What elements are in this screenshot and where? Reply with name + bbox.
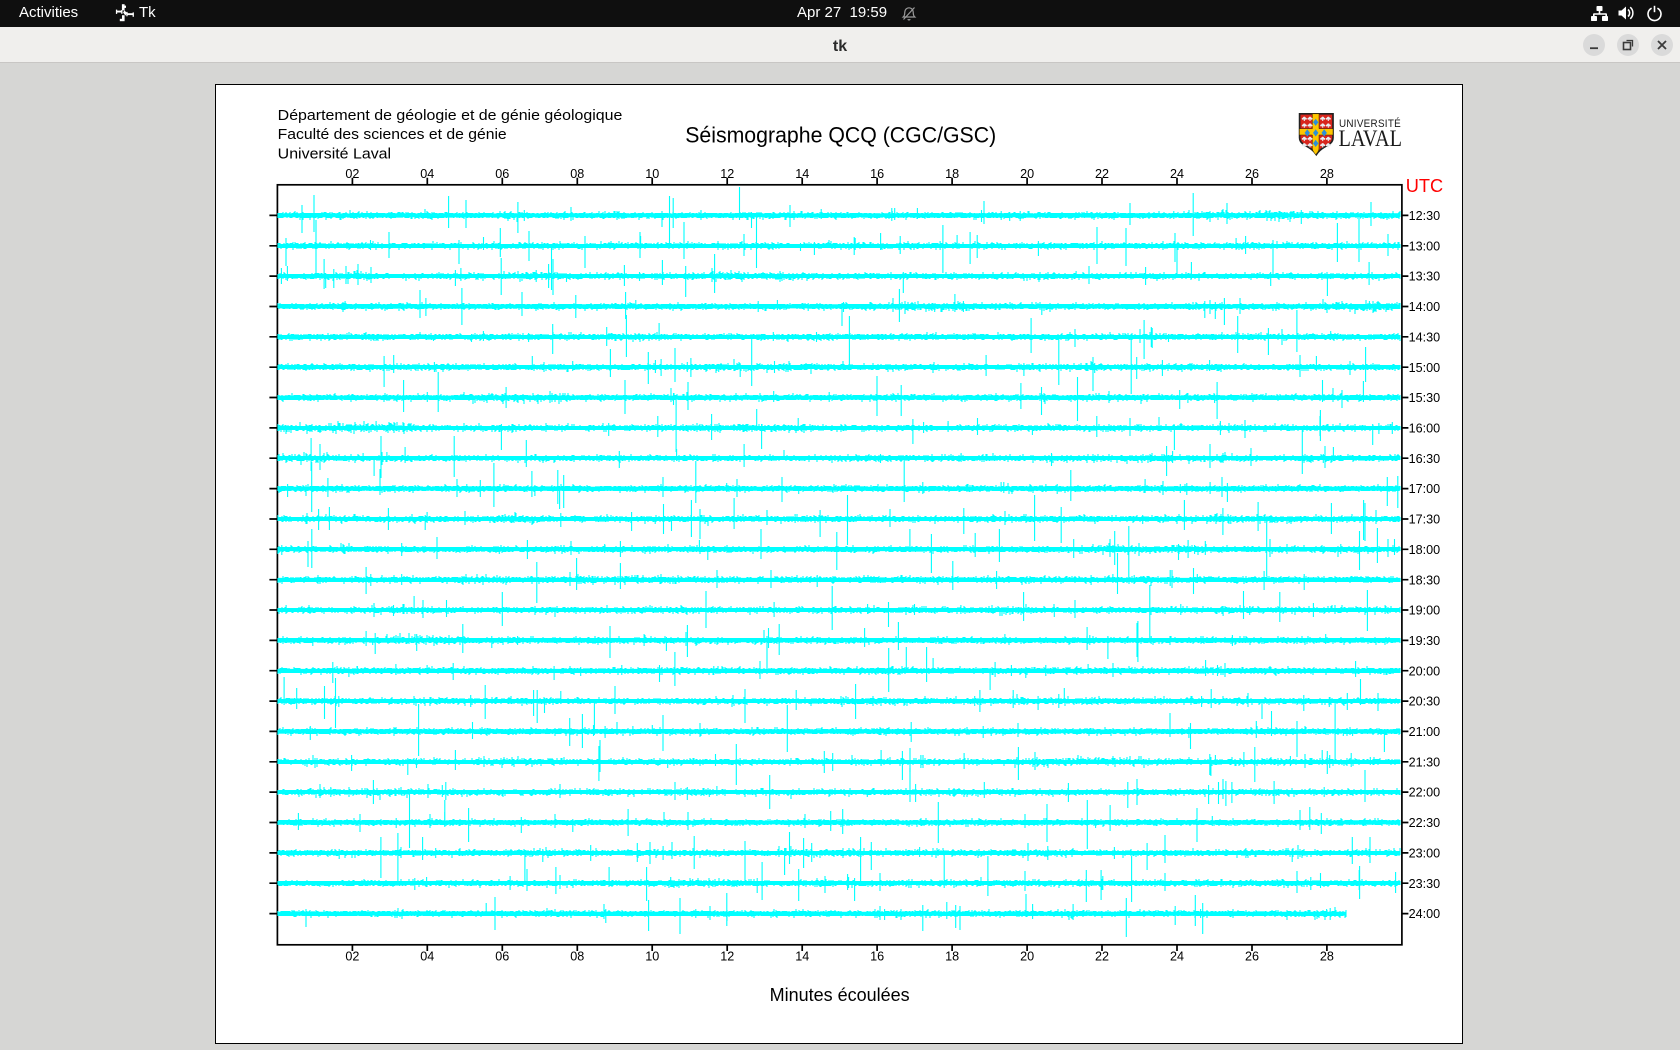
svg-text:16: 16 <box>870 950 884 964</box>
svg-text:18: 18 <box>945 950 959 964</box>
svg-text:16:00: 16:00 <box>1409 422 1441 436</box>
svg-text:19:30: 19:30 <box>1409 634 1441 648</box>
svg-text:14: 14 <box>795 167 809 181</box>
svg-text:12: 12 <box>720 950 734 964</box>
svg-text:Département de géologie et de: Département de géologie et de génie géol… <box>278 107 623 124</box>
svg-text:24: 24 <box>1170 950 1184 964</box>
svg-text:24: 24 <box>1170 167 1184 181</box>
svg-text:20:00: 20:00 <box>1409 664 1441 678</box>
svg-text:23:30: 23:30 <box>1409 877 1441 891</box>
svg-text:14: 14 <box>795 950 809 964</box>
svg-text:15:00: 15:00 <box>1409 361 1441 375</box>
svg-text:18:00: 18:00 <box>1409 543 1441 557</box>
svg-text:Séismographe QCQ (CGC/GSC): Séismographe QCQ (CGC/GSC) <box>685 123 996 148</box>
svg-text:22:30: 22:30 <box>1409 816 1441 830</box>
svg-text:LAVAL: LAVAL <box>1339 126 1403 152</box>
svg-text:08: 08 <box>570 950 584 964</box>
svg-text:04: 04 <box>420 950 434 964</box>
svg-text:08: 08 <box>570 167 584 181</box>
svg-text:10: 10 <box>645 950 659 964</box>
svg-text:22:00: 22:00 <box>1409 786 1441 800</box>
svg-text:Minutes écoulées: Minutes écoulées <box>770 984 910 1005</box>
svg-text:10: 10 <box>645 167 659 181</box>
svg-text:21:00: 21:00 <box>1409 725 1441 739</box>
svg-text:Université Laval: Université Laval <box>278 146 391 163</box>
svg-text:Faculté des sciences et de gén: Faculté des sciences et de génie <box>278 126 507 143</box>
svg-text:18:30: 18:30 <box>1409 573 1441 587</box>
svg-text:02: 02 <box>345 950 359 964</box>
svg-text:04: 04 <box>420 167 434 181</box>
svg-text:20: 20 <box>1020 950 1034 964</box>
svg-text:18: 18 <box>945 167 959 181</box>
svg-text:UTC: UTC <box>1406 176 1443 196</box>
svg-text:15:30: 15:30 <box>1409 391 1441 405</box>
svg-text:12:30: 12:30 <box>1409 209 1441 223</box>
svg-text:22: 22 <box>1095 167 1109 181</box>
svg-text:28: 28 <box>1320 950 1334 964</box>
svg-text:12: 12 <box>720 167 734 181</box>
svg-text:19:00: 19:00 <box>1409 604 1441 618</box>
svg-text:13:00: 13:00 <box>1409 239 1441 253</box>
svg-text:06: 06 <box>495 167 509 181</box>
svg-text:17:30: 17:30 <box>1409 513 1441 527</box>
svg-text:20: 20 <box>1020 167 1034 181</box>
svg-text:16:30: 16:30 <box>1409 452 1441 466</box>
svg-text:22: 22 <box>1095 950 1109 964</box>
svg-text:24:00: 24:00 <box>1409 907 1441 921</box>
svg-text:17:00: 17:00 <box>1409 482 1441 496</box>
svg-text:20:30: 20:30 <box>1409 695 1441 709</box>
svg-text:06: 06 <box>495 950 509 964</box>
svg-text:21:30: 21:30 <box>1409 755 1441 769</box>
svg-text:16: 16 <box>870 167 884 181</box>
svg-text:14:00: 14:00 <box>1409 300 1441 314</box>
svg-text:13:30: 13:30 <box>1409 270 1441 284</box>
svg-text:26: 26 <box>1245 167 1259 181</box>
svg-text:23:00: 23:00 <box>1409 847 1441 861</box>
svg-text:28: 28 <box>1320 167 1334 181</box>
svg-text:26: 26 <box>1245 950 1259 964</box>
svg-text:02: 02 <box>345 167 359 181</box>
svg-text:14:30: 14:30 <box>1409 330 1441 344</box>
